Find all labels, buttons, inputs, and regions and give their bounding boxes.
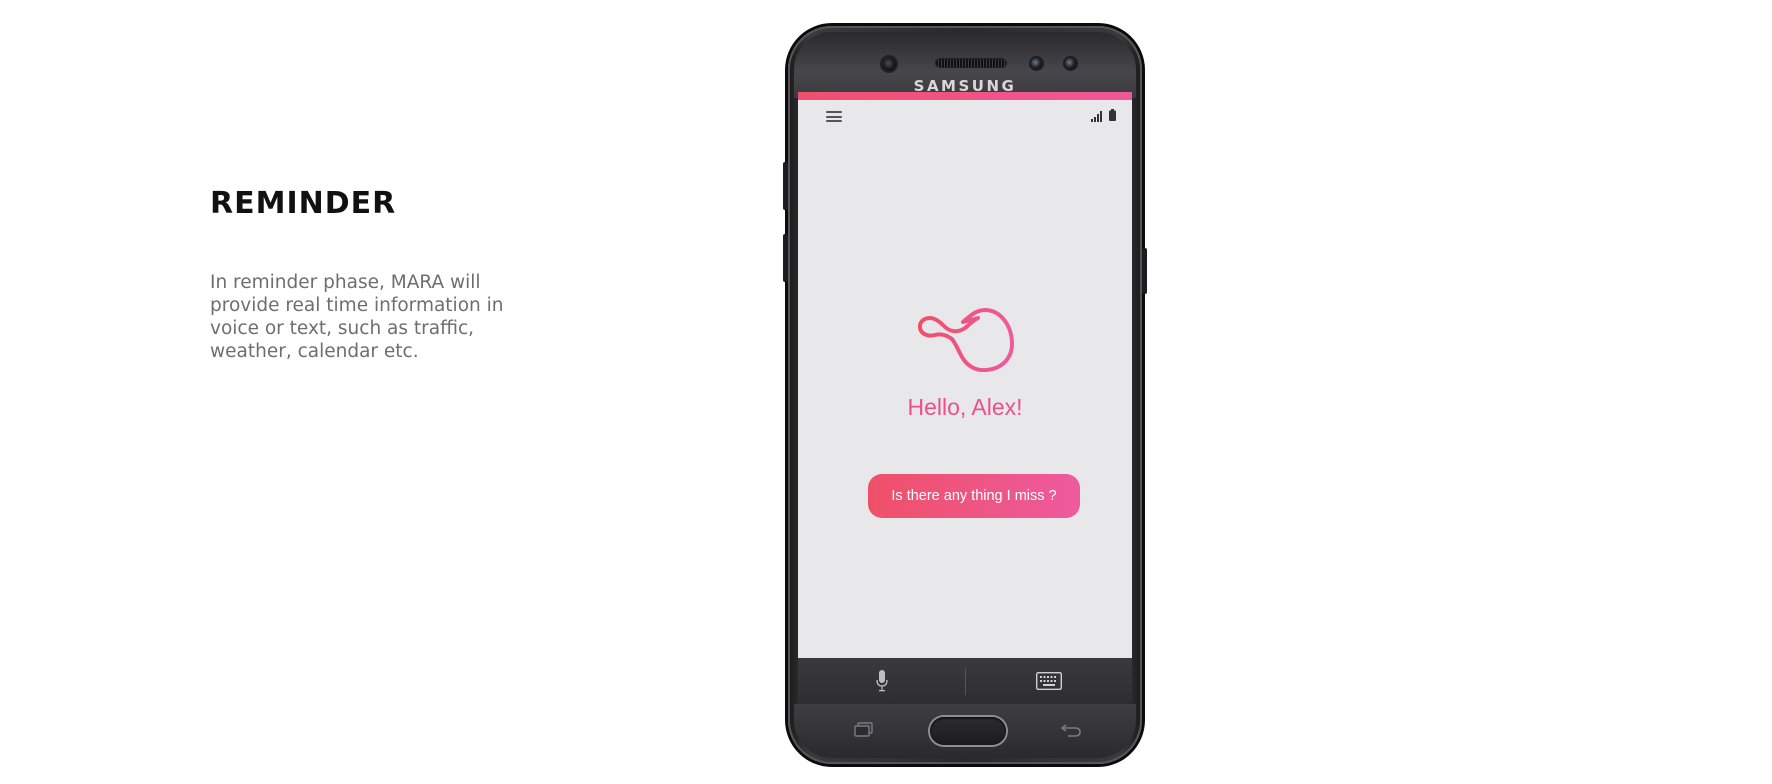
power-button — [1142, 248, 1147, 294]
recents-icon[interactable] — [854, 722, 874, 738]
front-camera — [882, 57, 896, 71]
mara-logo-icon — [918, 308, 1014, 372]
phone-top-bezel: SAMSUNG — [794, 32, 1136, 98]
suggestion-button[interactable]: Is there any thing I miss ? — [868, 474, 1080, 518]
volume-up-button — [783, 162, 788, 210]
back-icon[interactable] — [1060, 722, 1082, 738]
section-heading: REMINDER — [210, 186, 397, 221]
keyboard-icon — [1035, 672, 1062, 690]
earpiece-speaker — [936, 59, 1006, 67]
keyboard-input-button[interactable] — [965, 658, 1132, 704]
volume-down-button — [783, 234, 788, 282]
home-button[interactable] — [930, 717, 1006, 745]
input-mode-bar — [798, 658, 1132, 704]
phone-mockup: SAMSUNG Hello, Alex! Is there any thing … — [783, 26, 1147, 764]
greeting-text: Hello, Alex! — [907, 394, 1023, 420]
app-screen: Hello, Alex! Is there any thing I miss ? — [798, 92, 1132, 727]
hamburger-menu-icon[interactable] — [826, 111, 842, 122]
signal-icon — [1091, 111, 1102, 122]
section-description: In reminder phase, MARA will provide rea… — [210, 272, 504, 362]
microphone-icon — [875, 670, 888, 692]
voice-input-button[interactable] — [798, 658, 965, 704]
proximity-sensor — [1065, 58, 1076, 69]
battery-icon — [1109, 109, 1116, 121]
phone-bottom-bezel — [794, 704, 1136, 758]
app-accent-bar — [798, 92, 1132, 100]
iris-sensor — [1031, 58, 1042, 69]
